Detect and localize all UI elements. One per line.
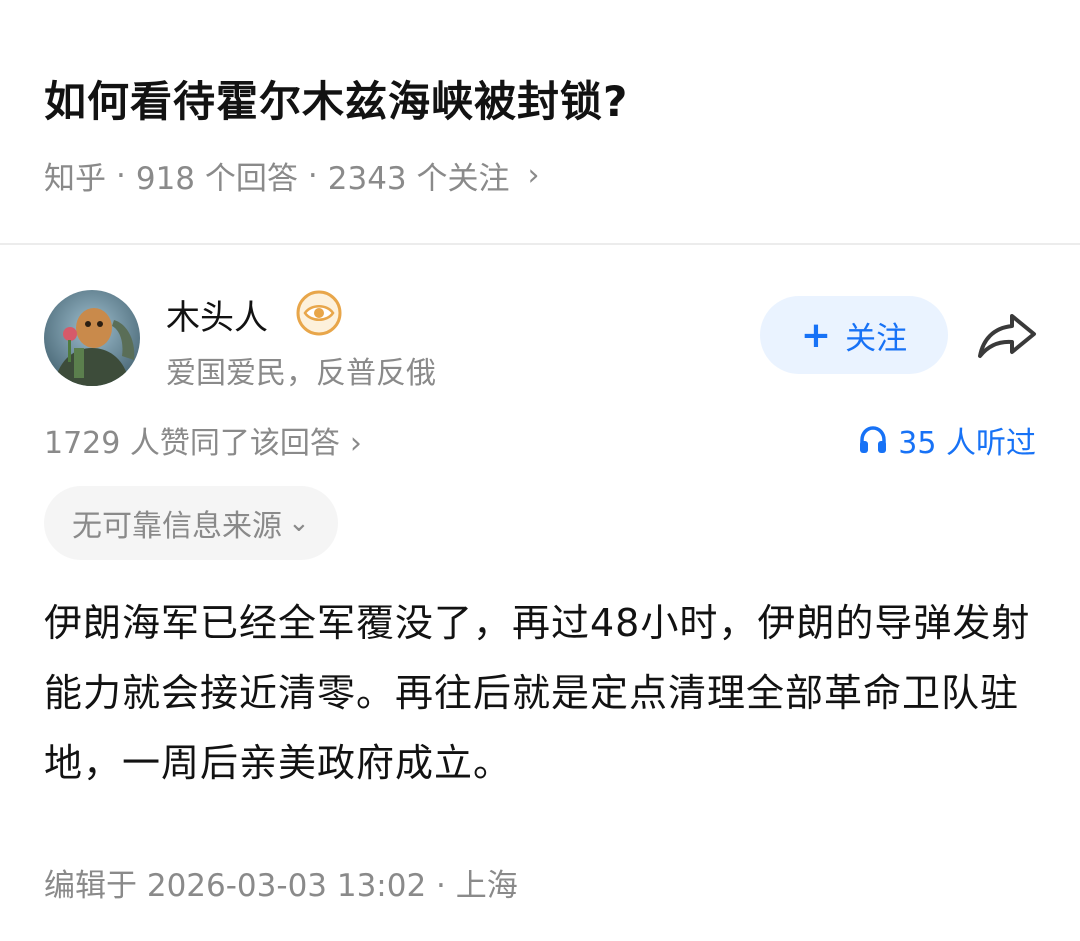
author-name[interactable]: 木头人 — [166, 290, 268, 339]
follow-label: 关注 — [845, 320, 908, 357]
answer-count: 918 个回答 — [135, 161, 298, 197]
meta-separator: · — [116, 157, 126, 194]
source-warning-tag[interactable]: 无可靠信息来源 ⌄ — [44, 486, 338, 560]
eye-badge-icon — [296, 290, 342, 336]
avatar-image — [44, 290, 140, 386]
meta-separator: · — [307, 157, 318, 194]
chevron-right-icon: › — [349, 426, 362, 461]
follow-button[interactable]: + 关注 — [760, 296, 948, 374]
chevron-right-icon: › — [527, 158, 540, 193]
follower-count: 2343 个关注 — [327, 161, 510, 197]
question-meta[interactable]: 知乎 · 918 个回答 · 2343 个关注 › — [44, 153, 540, 198]
vote-count-label: 1729 人赞同了该回答 — [44, 426, 340, 461]
answer-page: 如何看待霍尔木兹海峡被封锁? 知乎 · 918 个回答 · 2343 个关注 › — [0, 0, 1080, 941]
vote-count[interactable]: 1729 人赞同了该回答 › — [44, 418, 362, 462]
question-title[interactable]: 如何看待霍尔木兹海峡被封锁? — [44, 68, 628, 129]
section-divider — [0, 243, 1080, 245]
share-arrow-icon[interactable] — [976, 310, 1038, 362]
source-label: 知乎 — [44, 161, 106, 197]
headphones-icon — [860, 426, 887, 453]
edit-timestamp: 编辑于 2026-03-03 13:02 · 上海 — [44, 868, 518, 904]
listener-count: 35 人听过 — [898, 426, 1036, 461]
listen-button[interactable]: 35 人听过 — [858, 418, 1036, 462]
source-warning-label: 无可靠信息来源 — [72, 509, 282, 544]
chevron-down-icon: ⌄ — [288, 508, 310, 538]
avatar[interactable] — [44, 290, 140, 386]
answer-content: 伊朗海军已经全军覆没了，再过48小时，伊朗的导弹发射能力就会接近清零。再往后就是… — [44, 601, 1031, 785]
plus-icon: + — [800, 314, 832, 356]
author-bio: 爱国爱民，反普反俄 — [166, 356, 436, 391]
